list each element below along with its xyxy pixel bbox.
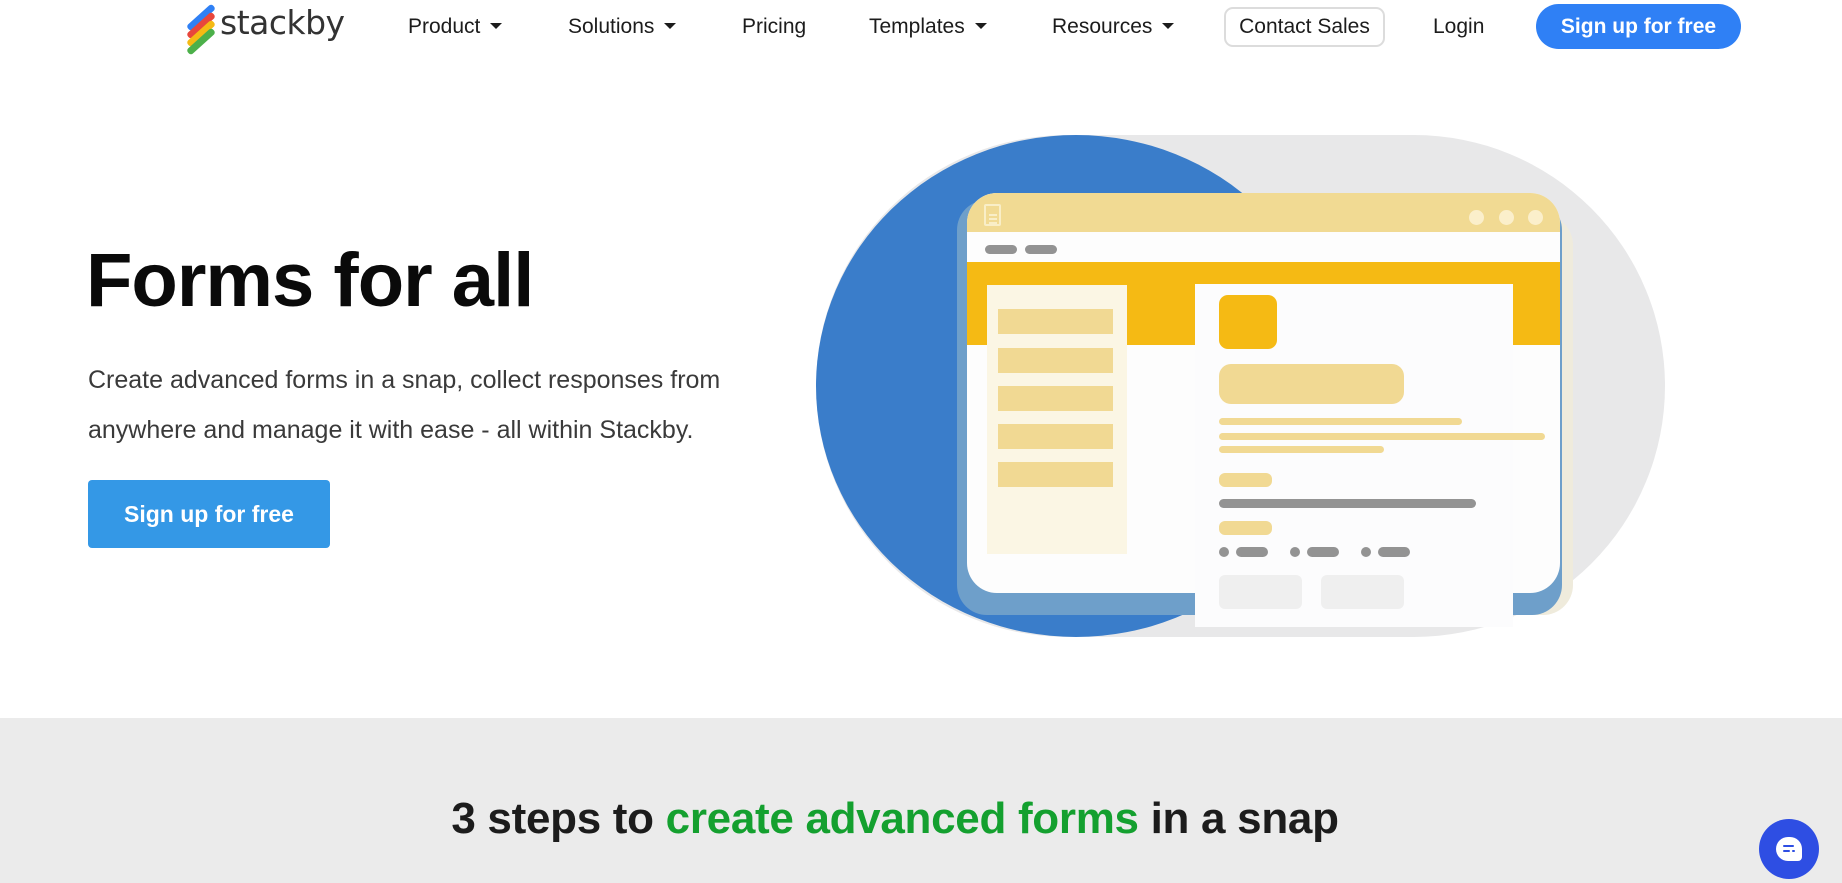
nav-solutions[interactable]: Solutions [568,12,677,42]
caret-down-icon [974,23,987,29]
login-link[interactable]: Login [1433,12,1484,42]
nav-product[interactable]: Product [408,12,503,42]
signup-button-header[interactable]: Sign up for free [1536,4,1741,49]
steps-heading: 3 steps to create advanced forms in a sn… [0,794,1790,844]
illustration-form-title [1219,364,1404,404]
chat-bubble-icon [1776,837,1802,861]
illustration-form-button [1321,575,1404,609]
illustration-app-window [967,193,1560,593]
illustration-sidebar-item [998,348,1113,373]
window-dot-icon [1528,210,1543,225]
stackby-logo[interactable]: stackby [186,3,345,56]
steps-heading-prefix: 3 steps to [451,794,666,843]
radio-dot-icon [1219,547,1229,557]
hero-signup-button[interactable]: Sign up for free [88,480,330,548]
illustration-blue-circle [816,135,1336,637]
nav-resources-label: Resources [1052,15,1153,38]
nav-pricing[interactable]: Pricing [742,12,806,42]
steps-section: 3 steps to create advanced forms in a sn… [0,718,1842,883]
document-icon [984,204,1001,226]
illustration-tab-pill [985,245,1017,254]
illustration-radio-label [1307,547,1339,557]
illustration-sidebar-item [998,462,1113,487]
illustration-form-text-line [1219,418,1462,425]
illustration-titlebar [967,193,1560,232]
steps-heading-suffix: in a snap [1138,794,1339,843]
nav-pricing-label: Pricing [742,15,807,38]
illustration-field-label [1219,473,1272,487]
illustration-radio-label [1378,547,1410,557]
hero-title: Forms for all [86,238,534,323]
radio-dot-icon [1290,547,1300,557]
illustration-background-pill [816,135,1665,637]
illustration-sidebar-item [998,386,1113,411]
illustration-form-card [1195,284,1545,627]
nav-solutions-label: Solutions [568,15,655,38]
illustration-window-shadow-right [1513,215,1573,615]
hero-subtitle-line-2: anywhere and manage it with ease - all w… [88,416,694,444]
hero-subtitle-line-1: Create advanced forms in a snap, collect… [88,366,721,394]
window-dot-icon [1499,210,1514,225]
illustration-form-logo [1219,295,1277,349]
nav-product-label: Product [408,15,481,38]
steps-heading-highlight: create advanced forms [665,794,1139,843]
illustration-form-button [1219,575,1302,609]
stackby-logo-icon [186,3,218,56]
illustration-header-band [967,262,1560,345]
illustration-radio-label [1236,547,1268,557]
top-navigation: stackby Product Solutions Pricing Templa… [0,0,1842,56]
caret-down-icon [664,23,677,29]
illustration-sidebar-item [998,309,1113,334]
nav-templates-label: Templates [869,15,965,38]
radio-dot-icon [1361,547,1371,557]
illustration-window-shadow [957,200,1562,615]
caret-down-icon [1162,23,1175,29]
hero-subtitle: Create advanced forms in a snap, collect… [88,355,788,455]
nav-templates[interactable]: Templates [869,12,987,42]
window-dot-icon [1469,210,1484,225]
illustration-field-label [1219,521,1272,535]
chat-widget-button[interactable] [1759,819,1819,879]
illustration-sidebar [987,285,1127,554]
stackby-logo-text: stackby [220,3,345,42]
contact-sales-button[interactable]: Contact Sales [1224,7,1385,47]
form-builder-illustration [0,0,1842,700]
illustration-tab-pill [1025,245,1057,254]
illustration-form-text-line [1219,446,1384,453]
illustration-sidebar-item [998,424,1113,449]
illustration-field-input [1219,499,1476,508]
nav-resources[interactable]: Resources [1052,12,1175,42]
caret-down-icon [490,23,503,29]
illustration-form-text-line [1219,433,1545,440]
